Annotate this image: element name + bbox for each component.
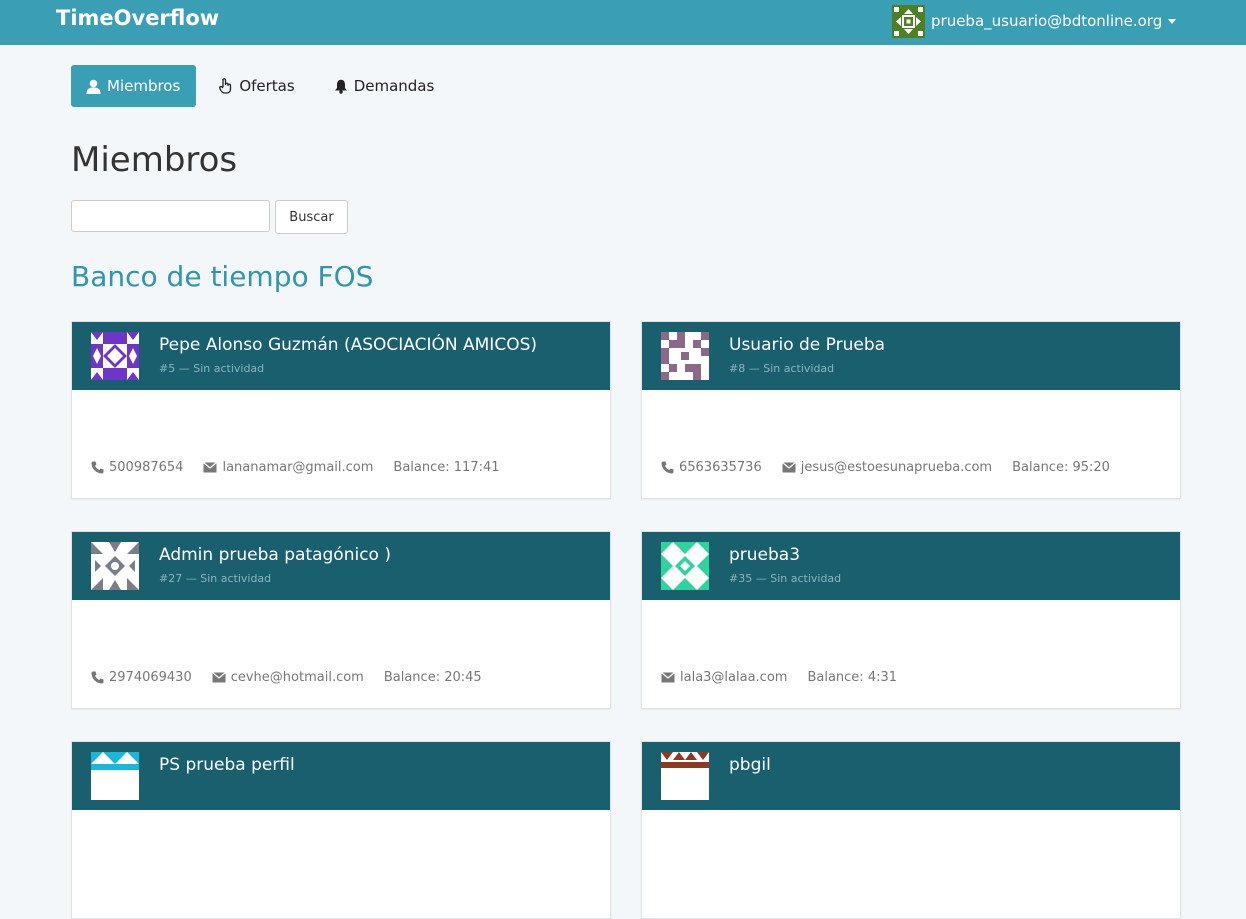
hand-pointer-icon [219,78,232,94]
member-card: Usuario de Prueba #8 — Sin actividad 656… [641,321,1181,499]
envelope-icon [211,672,226,683]
envelope-icon [781,462,796,473]
member-avatar[interactable] [91,332,139,380]
phone-icon [661,461,674,474]
search-form: Buscar [71,200,348,234]
member-phone: 6563635736 [661,460,762,475]
member-name[interactable]: Pepe Alonso Guzmán (ASOCIACIÓN AMICOS) [159,335,537,355]
phone-icon [91,461,104,474]
user-avatar [892,4,925,38]
member-card-header: prueba3 #35 — Sin actividad [642,532,1180,600]
member-name[interactable]: Usuario de Prueba [729,335,885,355]
user-email: prueba_usuario@bdtonline.org [931,12,1163,30]
phone-number: 6563635736 [679,460,762,475]
member-email: lananamar@gmail.com [203,460,373,475]
member-balance: Balance: 4:31 [807,670,898,685]
member-name[interactable]: pbgil [729,755,771,775]
member-balance: Balance: 117:41 [393,460,500,475]
member-contact-row: 2974069430 cevhe@hotmail.com Balance: 20… [91,670,502,685]
member-email: lala3@lalaa.com [661,670,787,685]
page-title: Miembros [71,140,238,180]
member-card: prueba3 #35 — Sin actividad lala3@lalaa.… [641,531,1181,709]
member-avatar[interactable] [91,542,139,590]
tab-miembros[interactable]: Miembros [71,65,197,107]
envelope-icon [203,462,218,473]
member-avatar[interactable] [661,752,709,800]
search-input[interactable] [71,200,270,232]
member-card-header: Usuario de Prueba #8 — Sin actividad [642,322,1180,390]
email-link[interactable]: jesus@estoesunaprueba.com [801,460,992,475]
section-tabs: Miembros Ofertas Demandas [71,65,458,107]
member-card: PS prueba perfil [71,741,611,919]
member-name[interactable]: prueba3 [729,545,800,565]
member-phone: 2974069430 [91,670,192,685]
member-phone: 500987654 [91,460,183,475]
member-card: pbgil [641,741,1181,919]
tab-label: Ofertas [239,77,295,95]
phone-number: 500987654 [109,460,184,475]
member-contact-row: 500987654 lananamar@gmail.com Balance: 1… [91,460,520,475]
member-avatar[interactable] [661,332,709,380]
phone-icon [91,671,104,684]
member-id-activity: #27 — Sin actividad [159,572,272,585]
member-balance: Balance: 20:45 [383,670,482,685]
member-card-header: pbgil [642,742,1180,810]
user-icon [86,79,101,94]
member-card: Pepe Alonso Guzmán (ASOCIACIÓN AMICOS) #… [71,321,611,499]
member-card-header: Admin prueba patagónico ) #27 — Sin acti… [72,532,610,600]
tab-ofertas[interactable]: Ofertas [204,65,310,107]
search-button[interactable]: Buscar [275,200,348,234]
caret-down-icon [1168,18,1177,24]
bell-icon [334,79,347,94]
member-card-header: Pepe Alonso Guzmán (ASOCIACIÓN AMICOS) #… [72,322,610,390]
tab-label: Demandas [353,77,435,95]
tab-demandas[interactable]: Demandas [319,65,451,107]
organization-title: Banco de tiempo FOS [71,260,374,293]
member-card: Admin prueba patagónico ) #27 — Sin acti… [71,531,611,709]
member-id-activity: #8 — Sin actividad [729,362,835,375]
member-email: jesus@estoesunaprueba.com [781,460,992,475]
member-contact-row: lala3@lalaa.com Balance: 4:31 [661,670,917,685]
envelope-icon [661,672,675,683]
member-avatar[interactable] [661,542,709,590]
member-card-header: PS prueba perfil [72,742,610,810]
email-link[interactable]: lananamar@gmail.com [222,460,373,475]
brand-link[interactable]: TimeOverflow [56,6,219,30]
member-avatar[interactable] [91,752,139,800]
email-link[interactable]: lala3@lalaa.com [680,670,787,685]
member-name[interactable]: Admin prueba patagónico ) [159,545,391,565]
top-navbar: TimeOverflow prueba_usuario@bdtonline.or… [0,0,1246,45]
member-contact-row: 6563635736 jesus@estoesunaprueba.com Bal… [661,460,1130,475]
member-id-activity: #5 — Sin actividad [159,362,265,375]
user-menu-dropdown[interactable]: prueba_usuario@bdtonline.org [892,4,1177,38]
member-name[interactable]: PS prueba perfil [159,755,295,775]
email-link[interactable]: cevhe@hotmail.com [231,670,364,685]
phone-number: 2974069430 [109,670,192,685]
member-id-activity: #35 — Sin actividad [729,572,842,585]
member-balance: Balance: 95:20 [1012,460,1110,475]
member-email: cevhe@hotmail.com [211,670,364,685]
tab-label: Miembros [107,77,181,95]
